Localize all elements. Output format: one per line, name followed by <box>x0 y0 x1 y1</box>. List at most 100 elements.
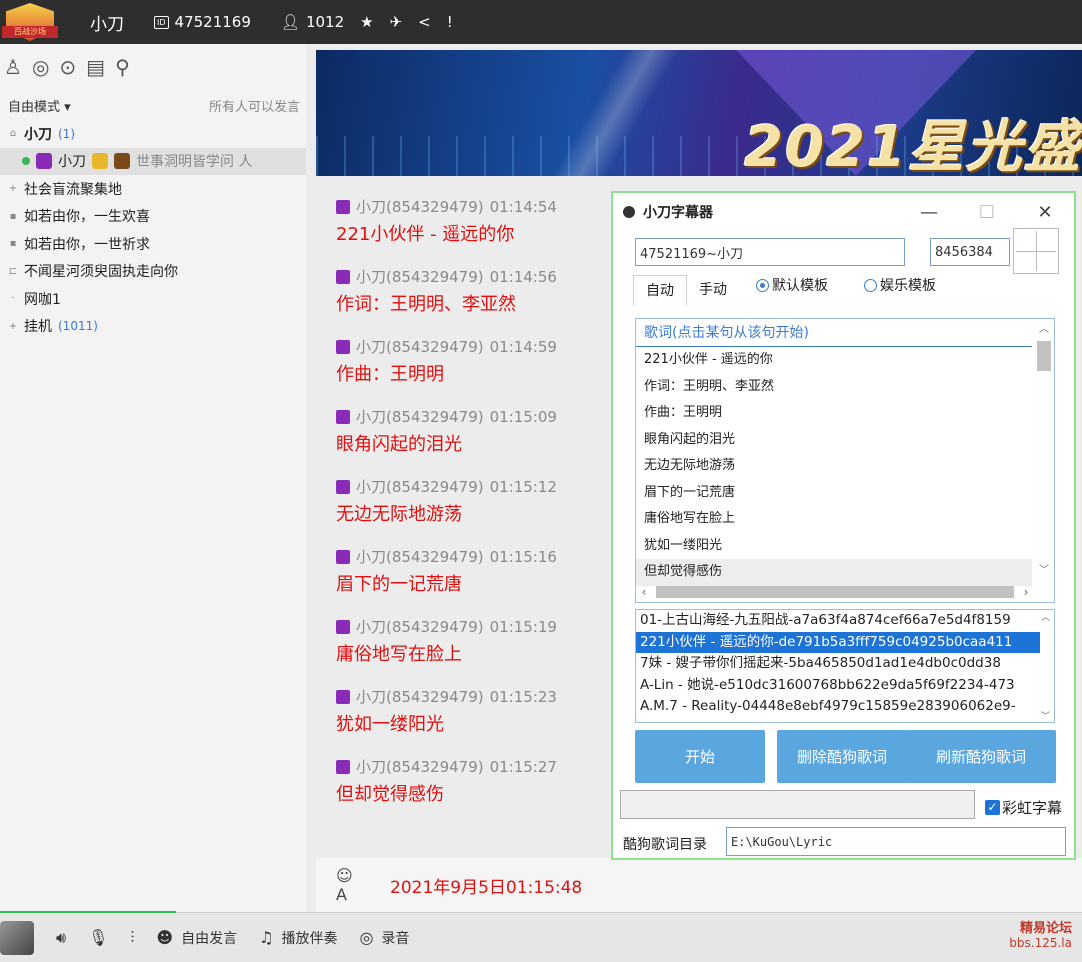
share-icon[interactable]: < <box>418 13 431 31</box>
scroll-right-icon[interactable]: › <box>1018 585 1034 599</box>
free-speech-button[interactable]: ☻ 自由发言 <box>156 928 237 948</box>
plane-icon[interactable]: ✈ <box>390 13 403 31</box>
mode-dropdown[interactable]: 自由模式 ▾ <box>8 96 71 115</box>
bottom-bar: 🔊︎ 🎙︎ ⫶ ☻ 自由发言 ♫ 播放伴奏 ◎ 录音 精易论坛 bbs.125.la <box>0 911 1082 962</box>
default-template-radio[interactable]: 默认模板 <box>756 275 828 295</box>
lyric-line[interactable]: 眉下的一记荒唐 <box>636 480 1032 507</box>
lyric-subtitle-window: 小刀字幕器 — ☐ ✕ 自动 手动 默认模板 娱乐模板 歌词(点击某句从该句开始… <box>611 191 1076 860</box>
user-item-self[interactable]: 小刀 世事洞明皆学问 人 <box>0 147 306 175</box>
message-time: 01:14:59 <box>489 337 557 356</box>
record-icon: ◎ <box>359 928 374 947</box>
volume-level <box>0 911 176 913</box>
vertical-scrollbar[interactable]: ︿ ﹀ <box>1036 323 1052 578</box>
song-scrollbar[interactable]: ︿ ﹀ <box>1041 610 1053 722</box>
message-sender[interactable]: 小刀(854329479) <box>356 756 484 777</box>
mode-row: 自由模式 ▾ 所有人可以发言 <box>0 90 306 120</box>
lyric-line[interactable]: 犹如一缕阳光 <box>636 533 1032 560</box>
message-sender[interactable]: 小刀(854329479) <box>356 546 484 567</box>
search-icon[interactable]: ⚲ <box>115 55 130 79</box>
app-logo[interactable]: 百战沙场 <box>0 0 60 44</box>
channel-item[interactable]: + 社会盲流聚集地 <box>0 175 306 203</box>
message-sender[interactable]: 小刀(854329479) <box>356 336 484 357</box>
room-field[interactable] <box>635 238 905 266</box>
smiley-icon: ☻ <box>156 928 174 947</box>
vip-icon <box>336 549 350 564</box>
play-music-button[interactable]: ♫ 播放伴奏 <box>259 928 337 948</box>
plus-icon: + <box>8 320 18 332</box>
horizontal-scrollbar[interactable]: ‹ › <box>636 584 1034 600</box>
song-item[interactable]: A-Lin - 她说-e510dc31600768bb622e9da5f69f2… <box>636 675 1040 697</box>
scroll-left-icon[interactable]: ‹ <box>636 585 652 599</box>
channel-item[interactable]: ⊏ 不闻星河须臾固执走向你 <box>0 258 306 286</box>
message-sender[interactable]: 小刀(854329479) <box>356 406 484 427</box>
message-sender[interactable]: 小刀(854329479) <box>356 686 484 707</box>
channel-item-root[interactable]: ⌂ 小刀 (1) <box>0 120 306 148</box>
window-title: 小刀字幕器 <box>643 205 713 221</box>
person-icon: 👤︎ <box>280 13 300 31</box>
delete-kugou-lyrics-button[interactable]: 删除酷狗歌词 <box>777 730 907 783</box>
tab-manual[interactable]: 手动 <box>687 275 739 305</box>
song-item[interactable]: 01-上古山海经-九五阳战-a7a63f4a874cef66a7e5d4f815… <box>636 610 1040 632</box>
lyric-line[interactable]: 作曲：王明明 <box>636 400 1032 427</box>
user-icon[interactable]: ♙ <box>4 55 22 79</box>
lyric-line[interactable]: 221小伙伴 - 遥远的你 <box>636 347 1032 374</box>
scroll-up-icon[interactable]: ︿ <box>1041 610 1053 623</box>
close-button[interactable]: ✕ <box>1016 193 1074 231</box>
scroll-up-icon[interactable]: ︿ <box>1036 323 1052 337</box>
number-field[interactable] <box>930 238 1010 266</box>
star-icon[interactable]: ★ <box>360 13 373 31</box>
lyric-line[interactable]: 作词：王明明、李亚然 <box>636 374 1032 401</box>
chat-icon[interactable]: ◎ <box>32 55 49 79</box>
channel-item[interactable]: ▪ 如若由你，一生欢喜 <box>0 203 306 231</box>
message-sender[interactable]: 小刀(854329479) <box>356 476 484 497</box>
maximize-button[interactable]: ☐ <box>958 193 1016 231</box>
check-icon: ✓ <box>985 800 1000 815</box>
speaker-icon[interactable]: 🔊︎ <box>56 928 66 948</box>
plus-icon: + <box>8 183 18 195</box>
id-badge-icon: ID <box>154 15 169 29</box>
mode-tabs: 自动 手动 <box>633 275 739 305</box>
channel-item[interactable]: ▪ 如若由你，一世祈求 <box>0 230 306 258</box>
chat-message: 小刀(854329479) 01:14:54 221小伙伴 - 遥远的你 <box>336 196 557 246</box>
location-icon[interactable]: ⊙ <box>59 55 76 79</box>
channel-item[interactable]: · 网咖1 <box>0 285 306 313</box>
lyric-line[interactable]: 眼角闪起的泪光 <box>636 427 1032 454</box>
subtitle-input[interactable] <box>620 790 975 819</box>
rainbow-subtitle-checkbox[interactable]: ✓ 彩虹字幕 <box>985 797 1062 818</box>
record-button[interactable]: ◎ 录音 <box>359 928 409 948</box>
message-sender[interactable]: 小刀(854329479) <box>356 616 484 637</box>
song-item[interactable]: A.M.7 - Reality-04448e8ebf4979c15859e283… <box>636 696 1040 718</box>
refresh-kugou-lyrics-button[interactable]: 刷新酷狗歌词 <box>906 730 1056 783</box>
home-icon: ⌂ <box>9 128 17 140</box>
song-list[interactable]: 01-上古山海经-九五阳战-a7a63f4a874cef66a7e5d4f815… <box>635 609 1055 723</box>
lyric-line[interactable]: 但却觉得感伤 <box>636 559 1032 586</box>
lyric-line[interactable]: 无边无际地游荡 <box>636 453 1032 480</box>
scroll-down-icon[interactable]: ﹀ <box>1036 564 1052 578</box>
microphone-icon[interactable]: 🎙︎ <box>88 928 108 947</box>
tab-auto[interactable]: 自动 <box>633 275 687 305</box>
chat-input-bar[interactable]: ☺A 2021年9月5日01:15:48 <box>316 858 1082 912</box>
room-id: ID 47521169 <box>154 13 251 31</box>
equalizer-icon[interactable]: ⫶ <box>130 928 134 948</box>
message-sender[interactable]: 小刀(854329479) <box>356 266 484 287</box>
avatar[interactable] <box>0 920 34 955</box>
message-time: 01:15:12 <box>489 477 557 496</box>
image-placeholder[interactable] <box>1013 228 1059 274</box>
chat-message: 小刀(854329479) 01:15:16 眉下的一记荒唐 <box>336 546 557 596</box>
lyric-line[interactable]: 庸俗地写在脸上 <box>636 506 1032 533</box>
emoji-text-icon[interactable]: ☺A <box>336 866 362 904</box>
board-icon[interactable]: ▤ <box>86 55 105 79</box>
lyric-dir-field[interactable] <box>726 827 1066 856</box>
song-item-selected[interactable]: 221小伙伴 - 遥远的你-de791b5a3fff759c04925b0caa… <box>636 631 1040 653</box>
start-button[interactable]: 开始 <box>635 730 765 783</box>
alert-shield-icon[interactable]: ! <box>447 13 453 31</box>
channel-item-afk[interactable]: + 挂机 (1011) <box>0 313 306 341</box>
message-sender[interactable]: 小刀(854329479) <box>356 196 484 217</box>
lyrics-header: 歌词(点击某句从该句开始) <box>636 319 1032 347</box>
lyrics-list[interactable]: 歌词(点击某句从该句开始) 221小伙伴 - 遥远的你 作词：王明明、李亚然 作… <box>635 318 1055 603</box>
minimize-button[interactable]: — <box>900 193 958 231</box>
scroll-down-icon[interactable]: ﹀ <box>1041 709 1050 722</box>
message-text: 庸俗地写在脸上 <box>336 644 462 665</box>
song-item[interactable]: 7妹 - 嫂子带你们摇起来-5ba465850d1ad1e4db0c0dd38 <box>636 653 1040 675</box>
entertainment-template-radio[interactable]: 娱乐模板 <box>864 275 936 295</box>
